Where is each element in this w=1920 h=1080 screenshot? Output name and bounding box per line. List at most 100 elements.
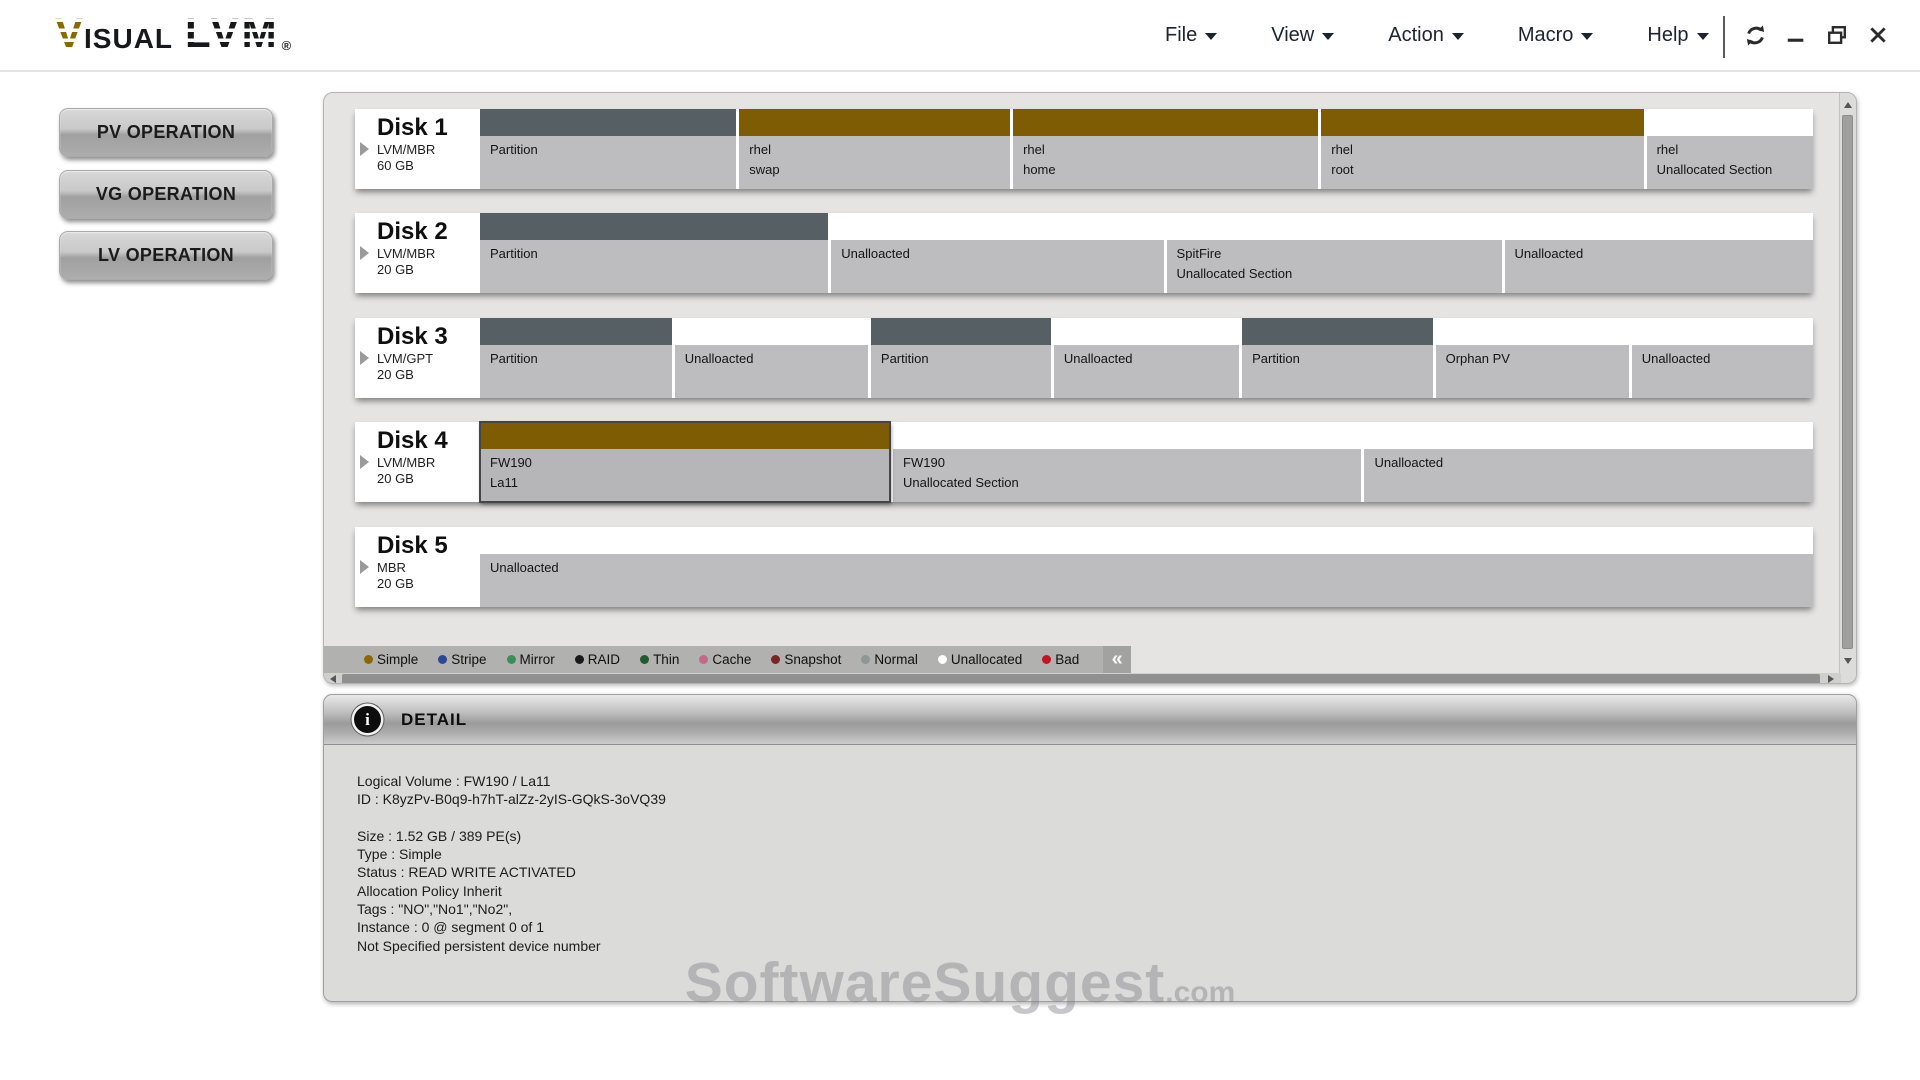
menu-action[interactable]: Action	[1388, 24, 1464, 47]
detail-line: Type : Simple	[357, 845, 1856, 863]
segment-type-bar	[831, 213, 1163, 240]
scroll-left-arrow-icon[interactable]	[325, 673, 341, 684]
segment-orphan-pv[interactable]: Orphan PV	[1436, 318, 1629, 398]
minimize-button[interactable]	[1783, 22, 1809, 48]
expand-arrow-icon[interactable]	[360, 560, 369, 574]
segment-rhel-root[interactable]: rhelroot	[1321, 109, 1643, 189]
legend-collapse-button[interactable]: «	[1103, 646, 1131, 673]
sidebar-button-lv-operation[interactable]: LV OPERATION	[59, 231, 273, 280]
segment-rhel-home[interactable]: rhelhome	[1013, 109, 1318, 189]
disk-segments: PartitionUnalloactedSpitFireUnallocated …	[480, 213, 1813, 293]
legend-dot-icon	[438, 655, 447, 664]
segment-type-bar	[1436, 318, 1629, 345]
segment-label: FW190La11	[480, 449, 890, 502]
detail-line: Status : READ WRITE ACTIVATED	[357, 863, 1856, 881]
segment-label: Unalloacted	[1364, 449, 1813, 502]
horizontal-scrollbar[interactable]	[324, 673, 1857, 684]
segment-type-bar	[871, 318, 1051, 345]
segment-type-bar	[1054, 318, 1239, 345]
expand-arrow-icon[interactable]	[360, 455, 369, 469]
disk-label[interactable]: Disk 4LVM/MBR20 GB	[355, 422, 480, 502]
expand-arrow-icon[interactable]	[360, 142, 369, 156]
disk-label[interactable]: Disk 1LVM/MBR60 GB	[355, 109, 480, 189]
vertical-scroll-thumb[interactable]	[1842, 115, 1853, 649]
refresh-button[interactable]	[1742, 22, 1768, 48]
disk-segments: FW190La11FW190Unallocated SectionUnalloa…	[480, 422, 1813, 502]
legend-dot-icon	[861, 655, 870, 664]
segment-type-bar	[1321, 109, 1643, 136]
menu-view[interactable]: View	[1271, 24, 1334, 47]
segment-partition[interactable]: Partition	[480, 213, 828, 293]
segment-spitfire-unallocated-section[interactable]: SpitFireUnallocated Section	[1167, 213, 1502, 293]
detail-line: Not Specified persistent device number	[357, 937, 1856, 955]
legend-dot-icon	[364, 655, 373, 664]
segment-unalloacted[interactable]: Unalloacted	[480, 527, 1813, 607]
restore-button[interactable]	[1824, 22, 1850, 48]
segment-type-bar	[1242, 318, 1432, 345]
disk-label[interactable]: Disk 3LVM/GPT20 GB	[355, 318, 480, 398]
legend-label: Simple	[377, 652, 418, 667]
expand-arrow-icon[interactable]	[360, 351, 369, 365]
segment-label: Partition	[480, 345, 672, 398]
detail-line: Size : 1.52 GB / 389 PE(s)	[357, 827, 1856, 845]
disk-row-4: Disk 4LVM/MBR20 GBFW190La11FW190Unalloca…	[355, 422, 1813, 502]
segment-unalloacted[interactable]: Unalloacted	[675, 318, 868, 398]
legend-label: Stripe	[451, 652, 486, 667]
segment-rhel-unallocated-section[interactable]: rhelUnallocated Section	[1647, 109, 1813, 189]
segment-fw190-la11[interactable]: FW190La11	[480, 422, 890, 502]
close-button[interactable]	[1865, 22, 1891, 48]
menu-help[interactable]: Help	[1647, 24, 1708, 47]
disk-size: 20 GB	[377, 262, 480, 279]
disk-label[interactable]: Disk 5MBR20 GB	[355, 527, 480, 607]
close-icon	[1868, 25, 1888, 45]
segment-type-bar	[480, 109, 736, 136]
segment-type-bar	[1013, 109, 1318, 136]
disk-name: Disk 4	[377, 427, 480, 455]
segment-unalloacted[interactable]: Unalloacted	[1364, 422, 1813, 502]
legend-label: Normal	[874, 652, 918, 667]
menubar-divider	[1723, 16, 1725, 58]
disk-label[interactable]: Disk 2LVM/MBR20 GB	[355, 213, 480, 293]
legend-bar: SimpleStripeMirrorRAIDThinCacheSnapshotN…	[324, 646, 1131, 673]
vertical-scrollbar[interactable]	[1839, 93, 1856, 673]
disk-row-2: Disk 2LVM/MBR20 GBPartitionUnalloactedSp…	[355, 213, 1813, 293]
segment-partition[interactable]: Partition	[1242, 318, 1432, 398]
segment-unalloacted[interactable]: Unalloacted	[1054, 318, 1239, 398]
segment-unalloacted[interactable]: Unalloacted	[831, 213, 1163, 293]
menu-label: View	[1271, 24, 1314, 47]
detail-panel: i DETAIL Logical Volume : FW190 / La11ID…	[323, 694, 1857, 1002]
disk-size: 20 GB	[377, 471, 480, 488]
menu-macro[interactable]: Macro	[1518, 24, 1594, 47]
scroll-up-arrow-icon[interactable]	[1840, 95, 1856, 115]
detail-line: Instance : 0 @ segment 0 of 1	[357, 918, 1856, 936]
detail-body: Logical Volume : FW190 / La11ID : K8yzPv…	[324, 745, 1856, 955]
segment-fw190-unallocated-section[interactable]: FW190Unallocated Section	[893, 422, 1361, 502]
disk-type: LVM/MBR	[377, 142, 480, 159]
logo-text-isual: ISUAL	[84, 25, 173, 53]
scroll-down-arrow-icon[interactable]	[1840, 651, 1856, 671]
sidebar-button-pv-operation[interactable]: PV OPERATION	[59, 108, 273, 157]
segment-rhel-swap[interactable]: rhelswap	[739, 109, 1010, 189]
segment-unalloacted[interactable]: Unalloacted	[1632, 318, 1813, 398]
segment-partition[interactable]: Partition	[480, 109, 736, 189]
detail-line: Logical Volume : FW190 / La11	[357, 772, 1856, 790]
legend-dot-icon	[1042, 655, 1051, 664]
logo-text-lvm: LVM	[185, 12, 280, 54]
legend-item-simple: Simple	[364, 652, 418, 667]
disk-row-1: Disk 1LVM/MBR60 GBPartitionrhelswaprhelh…	[355, 109, 1813, 189]
sidebar-button-vg-operation[interactable]: VG OPERATION	[59, 170, 273, 219]
expand-arrow-icon[interactable]	[360, 246, 369, 260]
segment-unalloacted[interactable]: Unalloacted	[1505, 213, 1813, 293]
scroll-right-arrow-icon[interactable]	[1823, 673, 1839, 684]
legend-label: Snapshot	[784, 652, 841, 667]
segment-label: Partition	[1242, 345, 1432, 398]
segment-partition[interactable]: Partition	[871, 318, 1051, 398]
horizontal-scroll-thumb[interactable]	[342, 674, 1820, 684]
segment-partition[interactable]: Partition	[480, 318, 672, 398]
disk-type: MBR	[377, 560, 480, 577]
menu-file[interactable]: File	[1165, 24, 1217, 47]
disk-name: Disk 3	[377, 323, 480, 351]
menu-label: File	[1165, 24, 1197, 47]
disk-panel: Disk 1LVM/MBR60 GBPartitionrhelswaprhelh…	[323, 92, 1857, 684]
disk-segments: PartitionrhelswaprhelhomerhelrootrhelUna…	[480, 109, 1813, 189]
